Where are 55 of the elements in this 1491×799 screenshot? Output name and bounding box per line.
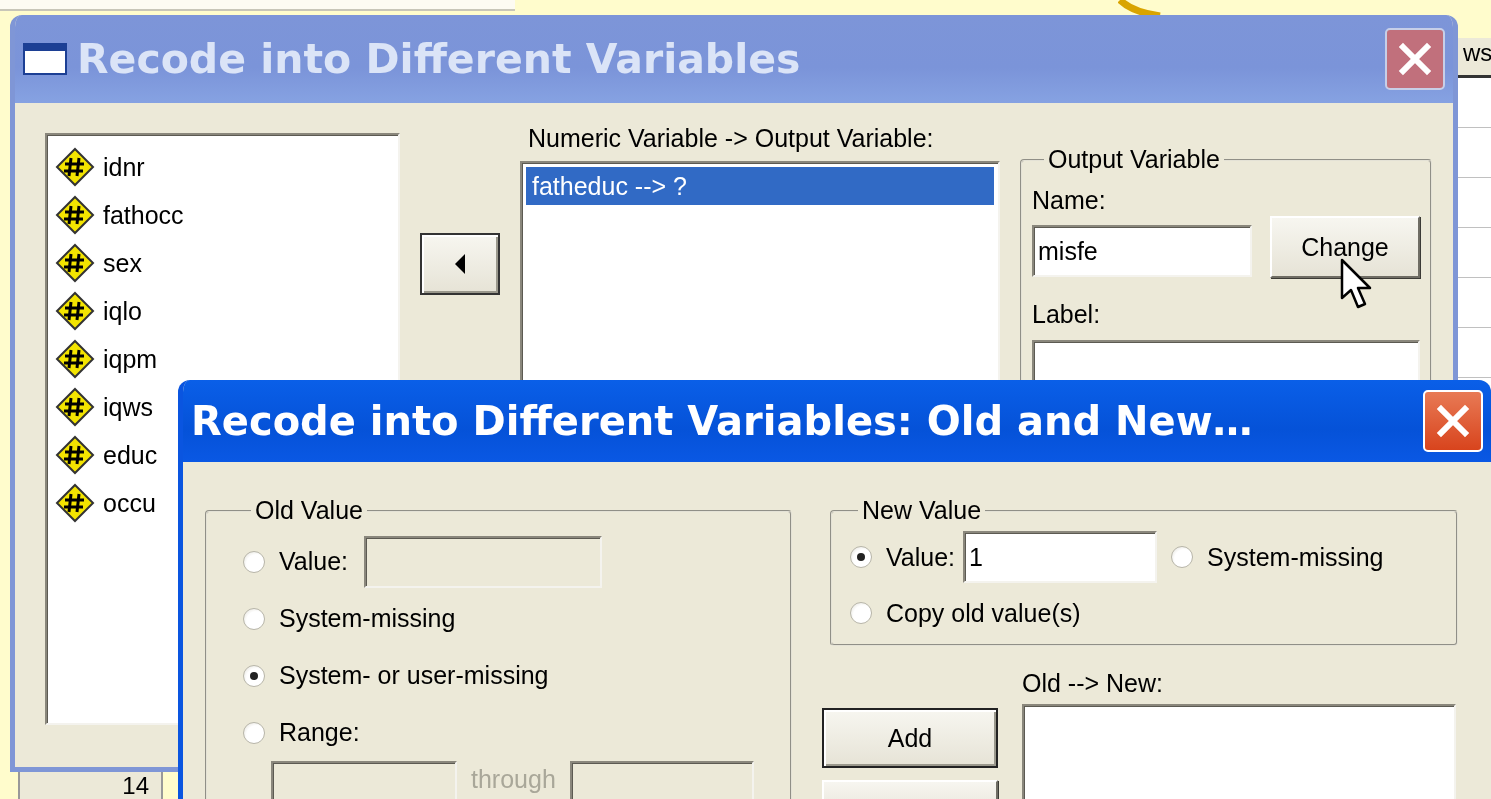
field-label: Name: <box>1032 185 1106 216</box>
radio-button[interactable] <box>850 546 872 568</box>
list-label: Numeric Variable -> Output Variable: <box>527 123 935 153</box>
radio-label: Value: <box>886 542 956 572</box>
radio-label: System- or user-missing <box>279 661 549 690</box>
numeric-variable-icon <box>55 387 95 427</box>
group-title: Output Variable <box>1047 145 1221 174</box>
radio-label: System-missing <box>1207 542 1384 572</box>
radio-button[interactable] <box>243 664 265 687</box>
variable-name[interactable]: iqws <box>103 392 153 422</box>
close-button[interactable] <box>1385 28 1445 90</box>
variable-name[interactable]: idnr <box>103 152 145 182</box>
group-title: Old Value <box>254 496 364 525</box>
list-label: Old --> New: <box>1022 668 1164 698</box>
range-label: through <box>471 765 556 793</box>
add-button[interactable]: Add <box>822 708 998 768</box>
field-label: Label: <box>1032 299 1101 330</box>
numeric-variable-icon <box>55 147 95 187</box>
value-field[interactable] <box>364 535 603 588</box>
radio-label: Value: <box>279 547 349 576</box>
variable-name[interactable]: iqpm <box>103 344 158 374</box>
window-title: Recode into Different Variables <box>77 35 802 83</box>
value-field[interactable]: 1 <box>963 531 1158 583</box>
change-button[interactable]: Change <box>1270 216 1420 278</box>
radio-label: Range: <box>279 718 360 747</box>
name-field[interactable]: misfe <box>1032 225 1252 277</box>
numeric-variable-icon <box>55 483 95 523</box>
radio-button[interactable] <box>243 607 265 630</box>
left-arrow-icon <box>454 254 466 274</box>
window-title: Recode into Different Variables: Old and New… <box>191 398 1254 444</box>
window-icon <box>23 43 67 75</box>
variable-name[interactable]: sex <box>103 248 142 278</box>
variable-name[interactable]: iqlo <box>103 296 142 326</box>
column-header: ws <box>1457 38 1491 78</box>
arc-drawing <box>1118 0 1163 18</box>
numeric-variable-icon <box>55 195 95 235</box>
numeric-variable-icon <box>55 291 95 331</box>
close-icon <box>1435 403 1471 439</box>
radio-button[interactable] <box>850 602 872 624</box>
radio-button[interactable] <box>1171 546 1194 568</box>
close-icon <box>1397 41 1433 77</box>
numeric-variable-icon <box>55 243 95 283</box>
mapping-item[interactable]: fatheduc --> ? <box>526 167 994 205</box>
radio-label: Copy old value(s) <box>886 598 1081 628</box>
variable-name[interactable]: occu <box>103 488 156 518</box>
numeric-variable-icon <box>55 435 95 475</box>
variable-name[interactable]: fathocc <box>103 200 184 230</box>
radio-button[interactable] <box>243 721 265 744</box>
move-button[interactable] <box>420 233 500 295</box>
radio-button[interactable] <box>243 550 265 573</box>
group-title: New Value <box>861 496 983 525</box>
numeric-variable-icon <box>55 339 95 379</box>
variable-name[interactable]: educ <box>103 440 158 470</box>
row-number: 14 <box>18 770 163 799</box>
radio-label: System-missing <box>279 604 456 633</box>
